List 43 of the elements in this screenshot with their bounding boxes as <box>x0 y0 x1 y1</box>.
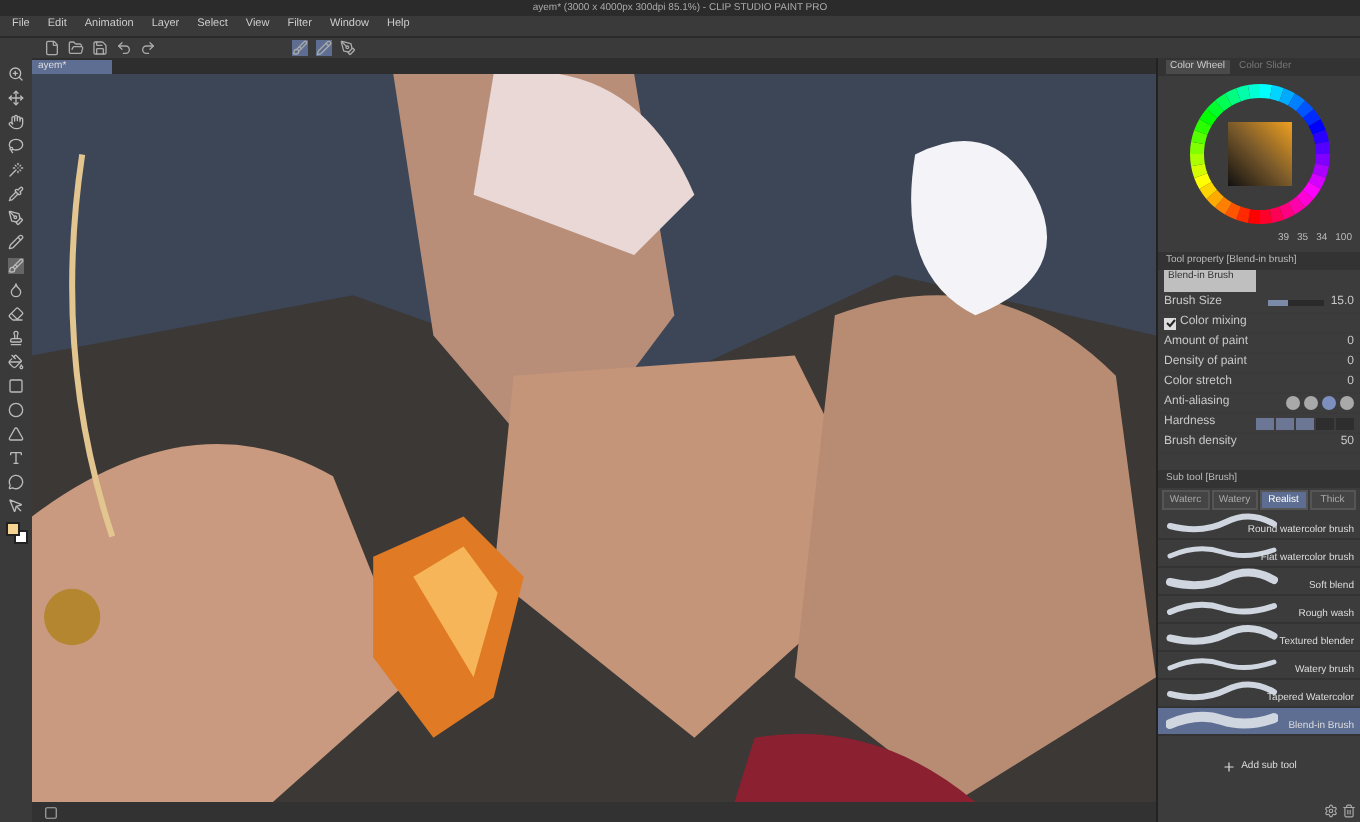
open-folder-icon[interactable] <box>68 40 84 56</box>
add-icon[interactable] <box>1221 760 1236 775</box>
rectangle-icon[interactable] <box>8 378 24 394</box>
circle-icon[interactable] <box>8 402 24 418</box>
stamp-icon[interactable] <box>8 330 24 346</box>
pointer-icon[interactable] <box>8 498 24 514</box>
brush-stroke-icon <box>1166 708 1278 732</box>
brush-stroke-icon <box>1166 512 1278 536</box>
color-swatch[interactable] <box>5 522 19 536</box>
triangle-icon[interactable] <box>8 426 24 442</box>
pen-icon[interactable] <box>340 40 356 56</box>
pencil-icon[interactable] <box>8 234 24 250</box>
brush-stroke-icon <box>1166 652 1278 676</box>
text-tool-icon[interactable] <box>8 450 24 466</box>
slider-track[interactable] <box>1268 300 1325 306</box>
new-file-icon[interactable] <box>44 40 60 56</box>
brush-stroke-icon <box>1166 624 1278 648</box>
redo-icon[interactable] <box>140 40 156 56</box>
wand-icon[interactable] <box>8 162 24 178</box>
eraser-icon[interactable] <box>8 306 24 322</box>
brush-icon[interactable] <box>8 258 24 274</box>
hand-icon[interactable] <box>8 114 24 130</box>
trash-icon[interactable] <box>1342 804 1356 818</box>
brush-stroke-icon <box>1166 596 1278 620</box>
zoom-icon[interactable] <box>8 66 24 82</box>
checkbox[interactable] <box>1164 317 1176 329</box>
hardness-segment[interactable] <box>1256 417 1274 429</box>
undo-icon[interactable] <box>116 40 132 56</box>
hardness-segment[interactable] <box>1276 417 1294 429</box>
pen-icon[interactable] <box>8 210 24 226</box>
color-wheel[interactable] <box>1187 82 1331 226</box>
brush-stroke-icon <box>1166 540 1278 564</box>
speech-bubble-icon[interactable] <box>8 474 24 490</box>
settings-icon[interactable] <box>1324 804 1338 818</box>
hardness-segment[interactable] <box>1296 417 1314 429</box>
save-icon[interactable] <box>92 40 108 56</box>
eyedropper-icon[interactable] <box>8 186 24 202</box>
droplet-icon[interactable] <box>8 282 24 298</box>
move-icon[interactable] <box>8 90 24 106</box>
navigator-icon[interactable] <box>44 805 58 819</box>
brush-stroke-icon <box>1166 568 1278 592</box>
lasso-icon[interactable] <box>8 138 24 154</box>
paint-bucket-icon[interactable] <box>8 354 24 370</box>
